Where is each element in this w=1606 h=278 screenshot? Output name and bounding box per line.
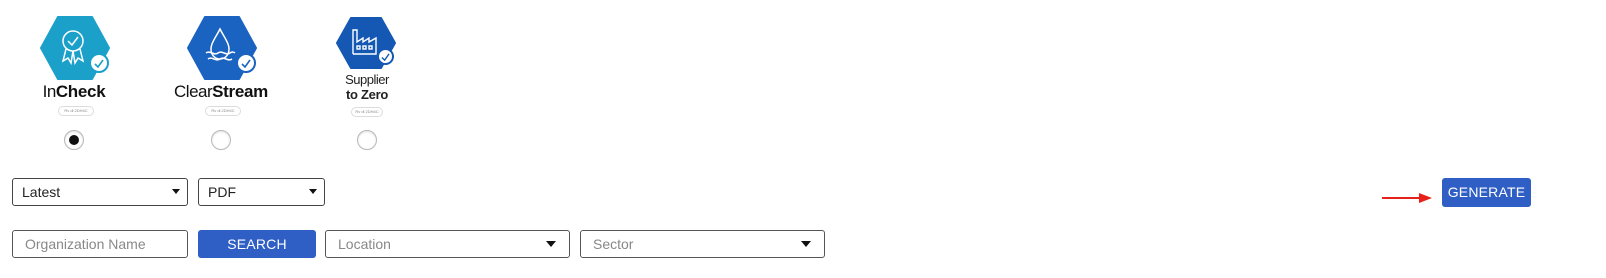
format-select-value: PDF	[208, 184, 236, 200]
clearstream-radio[interactable]	[211, 130, 231, 150]
supplier-to-zero-badge: Supplier to Zero Rv dl 2DH4C	[292, 0, 442, 160]
incheck-radio[interactable]	[64, 130, 84, 150]
search-button[interactable]: SEARCH	[198, 230, 316, 258]
clearstream-badge: ClearStream Rv dl 2DH4C	[147, 0, 297, 160]
location-select[interactable]: Location	[325, 230, 570, 258]
sector-select[interactable]: Sector	[580, 230, 825, 258]
supplier-to-zero-radio[interactable]	[357, 130, 377, 150]
sector-placeholder: Sector	[593, 236, 634, 252]
verified-check-icon	[377, 48, 394, 65]
level-pill: Rv dl 2DH4C	[351, 107, 383, 117]
version-select-value: Latest	[22, 184, 61, 200]
chevron-down-icon	[309, 189, 317, 194]
verified-check-icon	[89, 53, 109, 73]
supplier-to-zero-wordmark: Supplier to Zero	[345, 72, 389, 102]
format-select[interactable]: PDF	[198, 178, 325, 206]
chevron-down-icon	[801, 241, 811, 247]
chevron-down-icon	[172, 189, 180, 194]
incheck-wordmark: InCheck	[42, 82, 106, 101]
level-pill: Rv dl 2DH4C	[205, 106, 241, 116]
level-pill: Rv dl 2DH4C	[58, 106, 94, 116]
location-placeholder: Location	[338, 236, 391, 252]
clearstream-wordmark: ClearStream	[174, 82, 268, 101]
chevron-down-icon	[546, 241, 556, 247]
organization-name-input[interactable]: Organization Name	[12, 230, 188, 258]
version-select[interactable]: Latest	[12, 178, 188, 206]
generate-button[interactable]: GENERATE	[1442, 178, 1531, 207]
report-generator-panel: InCheck Rv dl 2DH4C ClearStream Rv dl 2D…	[0, 0, 1606, 278]
incheck-badge: InCheck Rv dl 2DH4C	[0, 0, 150, 160]
red-arrow-icon	[1382, 193, 1432, 203]
verified-check-icon	[236, 53, 256, 73]
organization-name-placeholder: Organization Name	[25, 236, 146, 252]
